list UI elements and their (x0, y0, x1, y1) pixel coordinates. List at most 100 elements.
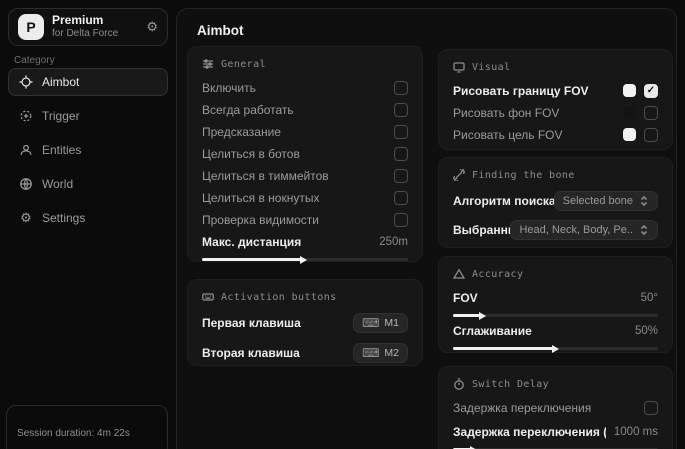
smoothing-slider[interactable] (453, 347, 658, 350)
brand-subtitle: for Delta Force (52, 28, 146, 40)
page-title: Aimbot (197, 23, 244, 38)
keyboard-icon (202, 291, 214, 303)
card-finding-bone: Finding the bone Алгоритм поиска кости S… (438, 157, 673, 248)
checkbox-target-knocked[interactable] (394, 191, 408, 205)
slider-fill[interactable] (453, 347, 553, 350)
color-swatch[interactable] (623, 106, 636, 119)
keybind-value: M2 (384, 347, 399, 359)
color-swatch[interactable] (623, 128, 636, 141)
sidebar-item-label: Trigger (42, 109, 80, 123)
slider-label: Сглаживание (453, 324, 532, 338)
checkbox-target-bots[interactable] (394, 147, 408, 161)
bone-algorithm-select[interactable]: Selected bone (554, 191, 658, 211)
card-activation-buttons: Activation buttons Первая клавиша ⌨ M1 В… (187, 279, 423, 366)
category-label: Category (14, 55, 55, 66)
brand-card: P Premium for Delta Force ⚙ (8, 8, 168, 46)
chevrons-up-down-icon (639, 225, 649, 235)
session-duration: Session duration: 4m 22s (17, 428, 157, 439)
triangle-icon (453, 268, 465, 280)
keyboard-icon: ⌨ (362, 316, 379, 330)
toggle-row-prediction: Предсказание (202, 124, 408, 139)
toggle-row-visibility-check: Проверка видимости (202, 212, 408, 227)
checkbox-enable[interactable] (394, 81, 408, 95)
visual-label: Рисовать границу FOV (453, 84, 589, 98)
fov-slider-row: FOV 50° (453, 290, 658, 305)
card-visual-header: Visual (453, 61, 658, 73)
checkbox-fov-border[interactable]: ✓ (644, 84, 658, 98)
slider-value: 50° (641, 292, 658, 304)
checkbox-prediction[interactable] (394, 125, 408, 139)
toggle-label: Целиться в ботов (202, 147, 300, 161)
switch-delay-toggle-row: Задержка переключения (453, 400, 658, 415)
fov-slider[interactable] (453, 314, 658, 317)
brand-text: Premium for Delta Force (52, 14, 146, 39)
card-activation-header: Activation buttons (202, 291, 408, 303)
card-accuracy: Accuracy FOV 50° Сглаживание 50% (438, 256, 673, 353)
keybind-button-primary[interactable]: ⌨ M1 (353, 313, 408, 333)
toggle-label: Целиться в нокнутых (202, 191, 319, 205)
main-panel: Aimbot General Включить Всегда работать … (176, 8, 677, 449)
sidebar-item-entities[interactable]: Entities (8, 136, 168, 164)
color-swatch[interactable] (623, 84, 636, 97)
keybind-button-secondary[interactable]: ⌨ M2 (353, 343, 408, 363)
toggle-row-target-knocked: Целиться в нокнутых (202, 190, 408, 205)
visual-row-fov-target: Рисовать цель FOV (453, 127, 658, 142)
slider-fill[interactable] (453, 314, 480, 317)
card-general-header: General (202, 58, 408, 70)
selected-bones-select[interactable]: Head, Neck, Body, Pe.. (510, 220, 658, 240)
globe-icon (19, 177, 33, 191)
toggle-label: Задержка переключения (453, 401, 591, 415)
smoothing-slider-row: Сглаживание 50% (453, 323, 658, 338)
max-distance-row: Макс. дистанция 250m (202, 234, 408, 249)
checkbox-target-teammates[interactable] (394, 169, 408, 183)
card-title-text: Finding the bone (472, 170, 575, 181)
card-visual: Visual Рисовать границу FOV ✓ Рисовать ф… (438, 49, 673, 150)
gear-icon[interactable]: ⚙ (146, 19, 158, 35)
dropdown-value: Head, Neck, Body, Pe.. (519, 224, 633, 236)
slider-fill[interactable] (202, 258, 301, 261)
toggle-label: Предсказание (202, 125, 281, 139)
card-title-text: Activation buttons (221, 292, 337, 303)
keybind-value: M1 (384, 317, 399, 329)
sidebar-item-label: Entities (42, 143, 81, 157)
dropdown-value: Selected bone (563, 195, 633, 207)
slider-value: 250m (379, 236, 408, 248)
max-distance-slider[interactable] (202, 258, 408, 261)
toggle-row-target-bots: Целиться в ботов (202, 146, 408, 161)
slider-label: Задержка переключения (мс) (453, 425, 606, 439)
sidebar-nav: Aimbot Trigger Entities World (8, 68, 168, 238)
checkbox-always-work[interactable] (394, 103, 408, 117)
checkbox-switch-delay[interactable] (644, 401, 658, 415)
card-title-text: Accuracy (472, 269, 523, 280)
keybind-row-secondary: Вторая клавиша ⌨ M2 (202, 343, 408, 363)
checkbox-fov-target[interactable] (644, 128, 658, 142)
keybind-label: Первая клавиша (202, 316, 301, 330)
checkbox-visibility-check[interactable] (394, 213, 408, 227)
sidebar-item-aimbot[interactable]: Aimbot (8, 68, 168, 96)
sidebar-item-settings[interactable]: ⚙ Settings (8, 204, 168, 232)
visual-controls (623, 128, 658, 142)
bone-label: Алгоритм поиска кости (453, 194, 554, 208)
toggle-row-always-work: Всегда работать (202, 102, 408, 117)
users-icon (19, 143, 33, 157)
sidebar: P Premium for Delta Force ⚙ Category Aim… (0, 0, 176, 449)
visual-label: Рисовать фон FOV (453, 106, 559, 120)
switch-delay-slider-row: Задержка переключения (мс) 1000 ms (453, 424, 658, 439)
trigger-icon (19, 109, 33, 123)
visual-row-fov-border: Рисовать границу FOV ✓ (453, 83, 658, 98)
bone-row-selected: Выбранные кости Head, Neck, Body, Pe.. (453, 220, 658, 240)
checkbox-fov-background[interactable] (644, 106, 658, 120)
slider-label: Макс. дистанция (202, 235, 301, 249)
sidebar-item-trigger[interactable]: Trigger (8, 102, 168, 130)
brand-title: Premium (52, 14, 146, 28)
toggle-label: Проверка видимости (202, 213, 319, 227)
crosshair-icon (19, 75, 33, 89)
sidebar-item-world[interactable]: World (8, 170, 168, 198)
keybind-label: Вторая клавиша (202, 346, 300, 360)
toggle-label: Целиться в тиммейтов (202, 169, 329, 183)
toggle-label: Включить (202, 81, 256, 95)
chevrons-up-down-icon (639, 196, 649, 206)
timer-icon (453, 378, 465, 390)
bone-row-algorithm: Алгоритм поиска кости Selected bone (453, 191, 658, 211)
slider-label: FOV (453, 291, 478, 305)
